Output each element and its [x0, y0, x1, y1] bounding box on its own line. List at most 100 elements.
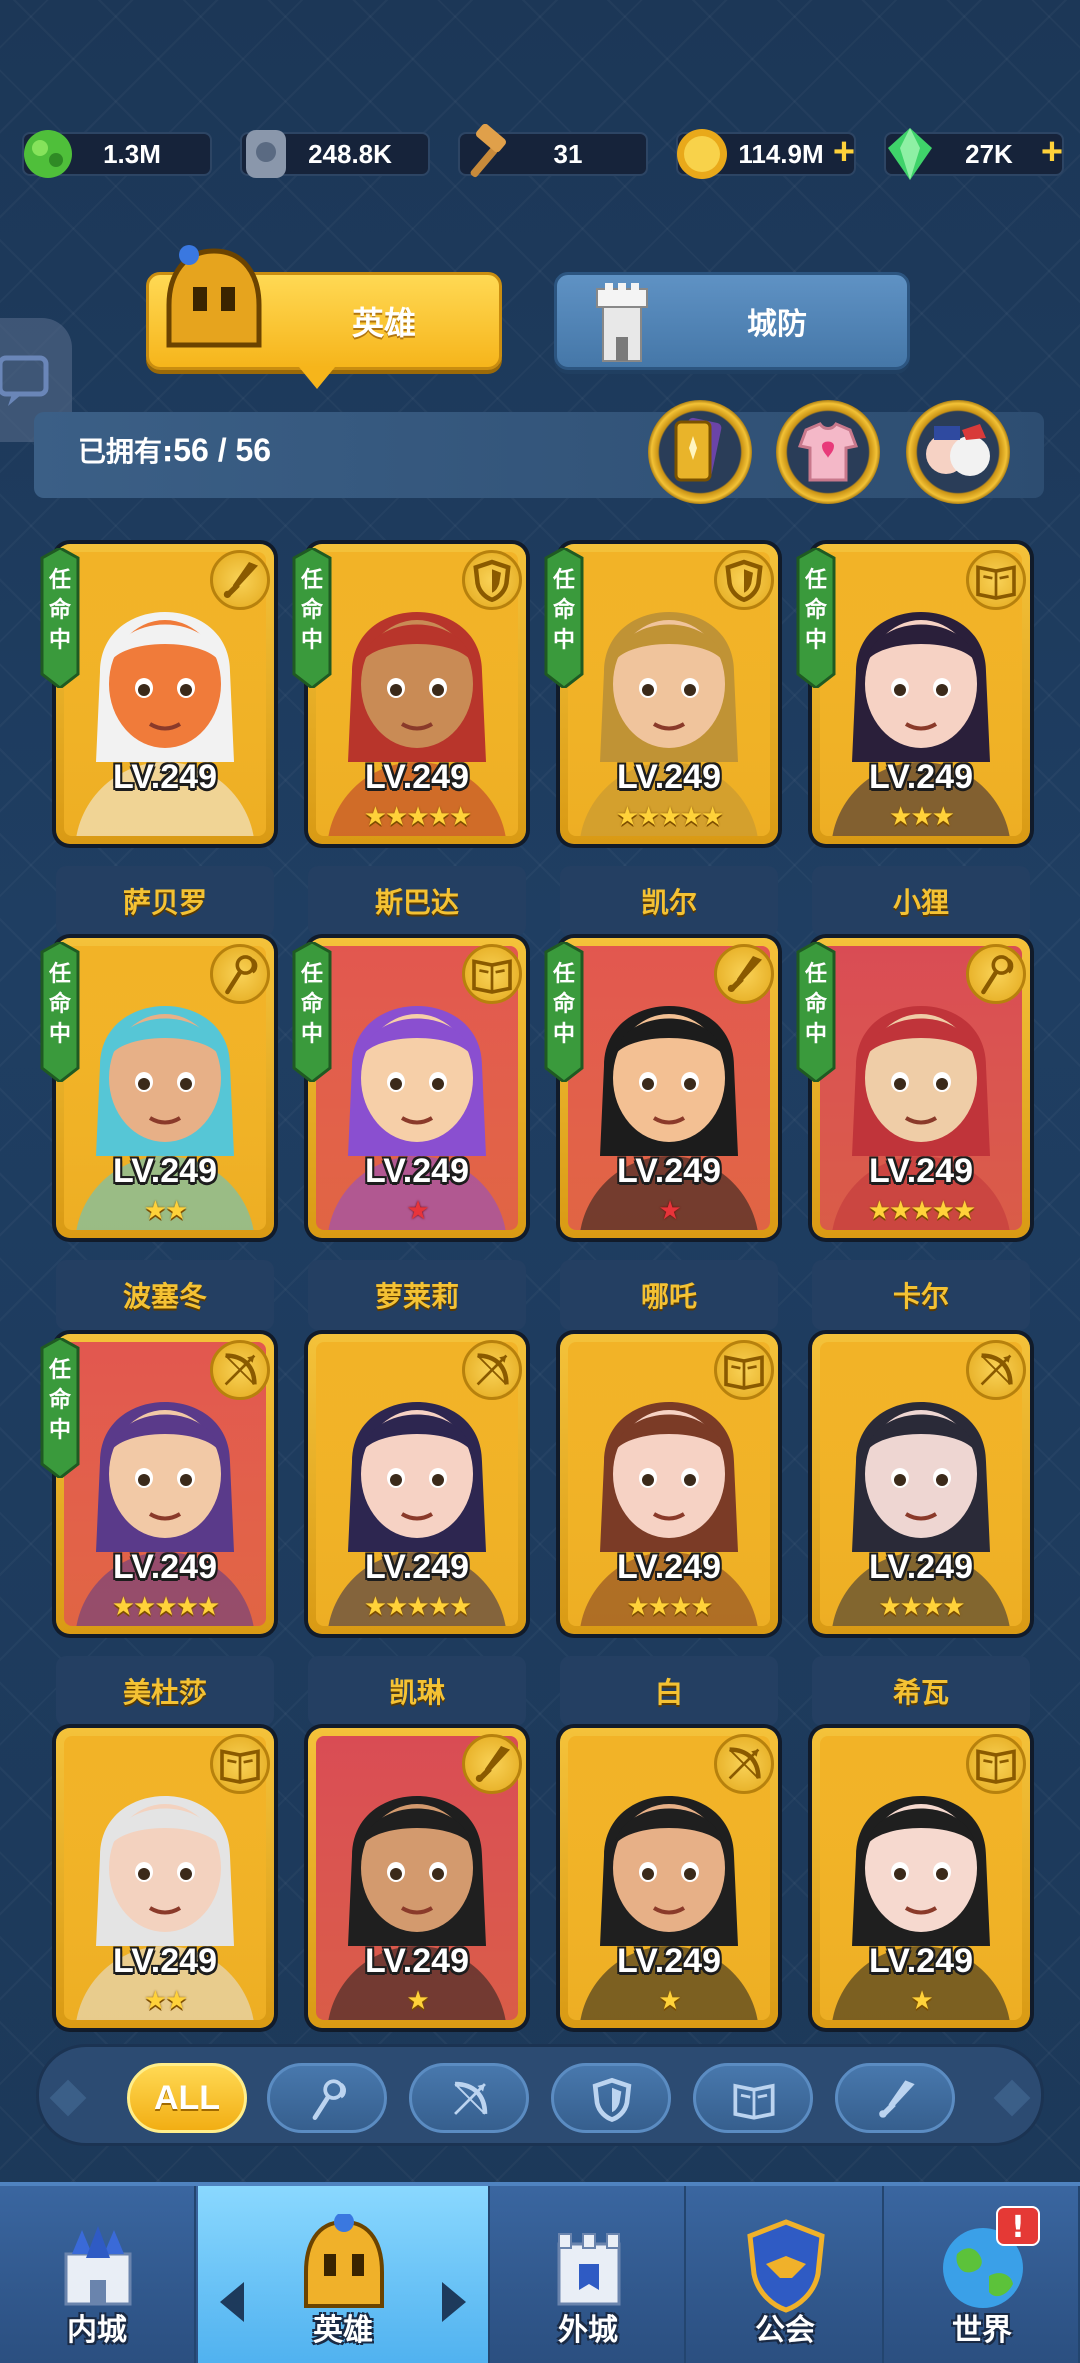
nav-label: 世界	[952, 2313, 1012, 2348]
prev-hero-arrow[interactable]	[220, 2282, 244, 2322]
helmet-icon	[166, 245, 262, 348]
filter-staff-button[interactable]	[267, 2063, 387, 2133]
hero-stars: ★	[406, 1986, 429, 2016]
owned-bar: 已拥有:56 / 56	[34, 412, 1044, 498]
hero-card[interactable]: LV.249 ★★	[56, 1728, 274, 2038]
hero-card[interactable]: LV.249 ★★★★★ 任命中卡尔	[796, 938, 1030, 1330]
assigned-ribbon-label: 任命中	[48, 1358, 71, 1443]
tab-pointer	[299, 367, 335, 389]
resource-stone[interactable]: 248.8K	[240, 130, 430, 178]
assigned-ribbon: 任命中	[794, 940, 838, 1084]
hero-stars: ★★★	[889, 802, 955, 832]
hero-card[interactable]: LV.249 ★★★★★ 任命中斯巴达	[292, 544, 526, 936]
hero-card[interactable]: LV.249 ★	[812, 1728, 1030, 2038]
nav-label: 外城	[558, 2313, 618, 2348]
sword-icon	[462, 1734, 522, 1794]
resource-hammer[interactable]: 31	[458, 124, 648, 178]
hero-card[interactable]: LV.249 ★★ 任命中波塞冬	[40, 938, 274, 1330]
helmet-icon	[294, 2212, 394, 2314]
card-deck-button[interactable]	[648, 400, 752, 504]
owned-count: 已拥有:56 / 56	[78, 430, 271, 470]
hero-level: LV.249	[113, 1548, 217, 1586]
hero-card[interactable]: LV.249 ★	[308, 1728, 526, 2038]
hero-card[interactable]: LV.249 ★ 任命中哪吒	[544, 938, 778, 1330]
resource-value: 31	[553, 138, 583, 169]
sword-icon	[210, 550, 270, 610]
hero-card[interactable]: LV.249 ★★★★★ 凯琳	[308, 1334, 526, 1726]
hero-card[interactable]: LV.249 ★★★★★ 任命中美杜莎	[40, 1334, 274, 1726]
hero-group-icon	[926, 424, 990, 476]
tab-heroes[interactable]: 英雄	[146, 245, 502, 389]
hero-name: 卡尔	[812, 1260, 1030, 1330]
nav-label: 公会	[755, 2313, 815, 2348]
hero-card[interactable]: LV.249 ★ 任命中萝莱莉	[292, 938, 526, 1330]
assigned-ribbon-label: 任命中	[300, 568, 323, 653]
assigned-ribbon-label: 任命中	[804, 962, 827, 1047]
class-filter-bar: ALL	[36, 2044, 1044, 2146]
resource-gold[interactable]: 114.9M +	[676, 129, 856, 179]
nav-helmet[interactable]: 英雄	[198, 2186, 490, 2363]
hero-level: LV.249	[113, 1152, 217, 1190]
hero-group-button[interactable]	[906, 400, 1010, 504]
hero-level: LV.249	[365, 758, 469, 796]
hero-card[interactable]: LV.249 ★	[560, 1728, 778, 2038]
assigned-ribbon: 任命中	[38, 546, 82, 690]
hero-stars: ★	[658, 1986, 681, 2016]
add-gold-button[interactable]: +	[826, 133, 862, 172]
staff-icon	[210, 944, 270, 1004]
hero-card[interactable]: LV.249 ★★★ 任命中小狸	[796, 544, 1030, 936]
shield-icon	[462, 550, 522, 610]
hero-card[interactable]: LV.249 ★★★★★ 任命中凯尔	[544, 544, 778, 936]
nav-outer-city[interactable]: 外城	[492, 2186, 686, 2363]
filter-bar-ornament	[993, 2079, 1031, 2117]
resource-value: 114.9M	[738, 138, 824, 169]
hero-stars: ★	[910, 1986, 933, 2016]
outfit-button[interactable]	[776, 400, 880, 504]
alert-badge: !	[996, 2206, 1040, 2246]
resource-value: 27K	[965, 138, 1013, 169]
add-gem-button[interactable]: +	[1034, 133, 1070, 172]
bottom-nav: 内城 英雄外城 公会 世界	[0, 2182, 1080, 2363]
hero-card[interactable]: LV.249 任命中萨贝罗	[40, 544, 274, 936]
assigned-ribbon: 任命中	[290, 546, 334, 690]
hero-level: LV.249	[869, 1152, 973, 1190]
hero-level: LV.249	[617, 1548, 721, 1586]
hero-card[interactable]: LV.249 ★★★★ 希瓦	[812, 1334, 1030, 1726]
hero-stars: ★★★★★	[867, 1196, 977, 1226]
book-icon	[714, 1340, 774, 1400]
tab-heroes-label: 英雄	[351, 304, 416, 342]
bow-icon	[210, 1340, 270, 1400]
filter-bow-button[interactable]	[409, 2063, 529, 2133]
assigned-ribbon-label: 任命中	[552, 568, 575, 653]
gold-coin-icon	[677, 129, 727, 179]
filter-shield-button[interactable]	[551, 2063, 671, 2133]
resource-value: 248.8K	[308, 138, 392, 169]
green-ore-icon	[24, 130, 72, 178]
assigned-ribbon: 任命中	[38, 1336, 82, 1480]
assigned-ribbon-label: 任命中	[48, 568, 71, 653]
nav-globe[interactable]: 世界	[886, 2186, 1080, 2363]
assigned-ribbon: 任命中	[794, 546, 838, 690]
cards-icon	[674, 417, 722, 482]
filter-sword-button[interactable]	[835, 2063, 955, 2133]
hero-level: LV.249	[617, 1152, 721, 1190]
stone-icon	[246, 130, 286, 178]
hero-stars: ★★★★★	[363, 1592, 473, 1622]
nav-guild[interactable]: 公会	[688, 2186, 884, 2363]
assigned-ribbon: 任命中	[38, 940, 82, 1084]
hero-name: 哪吒	[560, 1260, 778, 1330]
hero-stars: ★★	[143, 1196, 189, 1226]
hero-name: 小狸	[812, 866, 1030, 936]
hero-level: LV.249	[869, 1548, 973, 1586]
resource-food[interactable]: 1.3M	[22, 130, 212, 178]
shield-icon	[714, 550, 774, 610]
tab-defense[interactable]: 城防	[554, 272, 910, 370]
filter-book-button[interactable]	[693, 2063, 813, 2133]
filter-all-button[interactable]: ALL	[127, 2063, 247, 2133]
next-hero-arrow[interactable]	[442, 2282, 466, 2322]
assigned-ribbon-label: 任命中	[552, 962, 575, 1047]
hero-card[interactable]: LV.249 ★★★★ 白	[560, 1334, 778, 1726]
resource-gem[interactable]: 27K +	[884, 128, 1064, 180]
outer-city-icon	[539, 2214, 639, 2314]
nav-castle[interactable]: 内城	[0, 2186, 196, 2363]
